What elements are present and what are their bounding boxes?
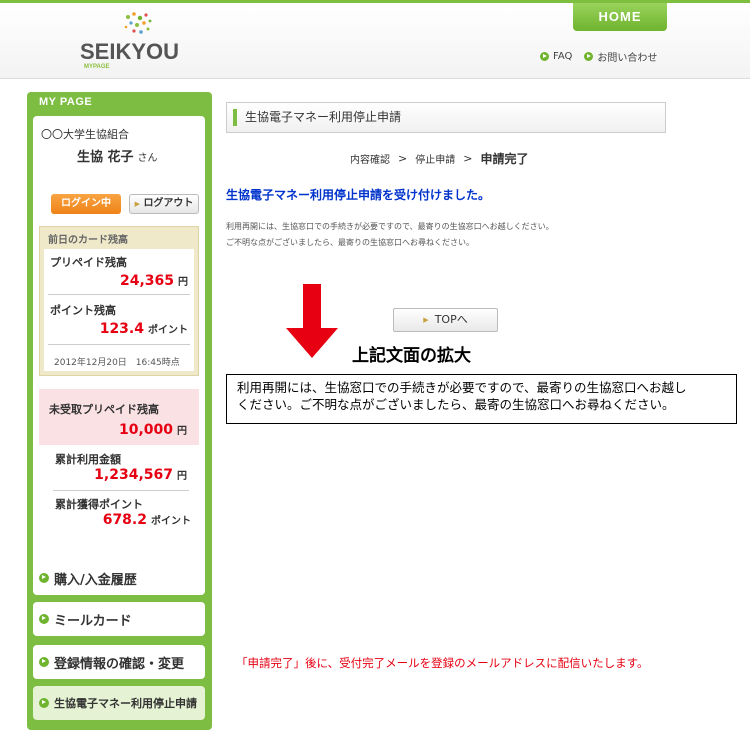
- step-apply: 停止申請: [415, 155, 456, 166]
- faq-link[interactable]: FAQ: [540, 49, 572, 64]
- unreceived-prepaid-box: 未受取プリペイド残高 10,000 円: [39, 389, 199, 445]
- divider: [48, 294, 190, 295]
- balance-heading: 前日のカード残高: [48, 235, 128, 246]
- user-name-text: 生協 花子: [77, 150, 134, 165]
- yen-unit: 円: [177, 426, 187, 437]
- coop-name: 〇〇大学生協組合: [41, 128, 129, 141]
- balance-inner: プリペイド残高 24,365 円 ポイント残高 123.4 ポイント 2012年12…: [44, 249, 194, 371]
- yen-unit: 円: [178, 277, 188, 288]
- top-button-label: TOPへ: [434, 313, 468, 326]
- note-line-1: 利用再開には、生協窓口での手続きが必要ですので、最寄りの生協窓口へお越しください…: [226, 222, 554, 231]
- down-arrow-icon: [286, 284, 338, 358]
- home-tab[interactable]: HOME: [573, 3, 667, 31]
- step-complete: 申請完了: [480, 152, 529, 166]
- resume-note: 利用再開には、生協窓口での手続きが必要ですので、最寄りの生協窓口へお越しください…: [226, 219, 554, 251]
- point-balance: 123.4 ポイント: [100, 321, 188, 337]
- step-confirm: 内容確認: [350, 155, 390, 166]
- point-label: ポイント残高: [50, 304, 116, 317]
- progress-steps: 内容確認 > 停止申請 > 申請完了: [350, 150, 528, 167]
- menu-label: 登録情報の確認・変更: [54, 656, 185, 672]
- user-card: 〇〇大学生協組合 生協 花子 さん ログイン中 ▶ ログアウト 前日のカード残高 …: [33, 116, 205, 571]
- total-use-label: 累計利用金額: [55, 453, 121, 466]
- logo-text: SEIKYOU: [80, 39, 180, 64]
- arrow-circle-icon: [39, 657, 49, 667]
- enlarged-line-2: ください。ご不明な点がございましたら、最寄の生協窓口へお尋ねください。: [237, 397, 675, 412]
- point-value: 123.4: [99, 321, 144, 337]
- menu-registration-info[interactable]: 登録情報の確認・変更: [33, 645, 205, 679]
- top-button[interactable]: ▶ TOPへ: [393, 308, 498, 332]
- arrow-circle-icon: [540, 52, 549, 61]
- prepaid-balance: 24,365 円: [120, 273, 188, 289]
- arrow-circle-icon: [39, 573, 49, 583]
- site-header: HOME SEIKYOU MYPAGE FAQ お問い合わせ: [0, 3, 750, 79]
- logout-label: ログアウト: [143, 198, 194, 209]
- arrow-circle-icon: [584, 52, 594, 61]
- yen-unit: 円: [177, 471, 187, 482]
- divider: [48, 344, 190, 345]
- unreceived-label: 未受取プリペイド残高: [49, 403, 159, 416]
- menu-label: 生協電子マネー利用停止申請: [54, 697, 197, 710]
- logout-button[interactable]: ▶ ログアウト: [129, 194, 199, 214]
- point-unit: ポイント: [148, 325, 188, 336]
- enlarged-line-1: 利用再開には、生協窓口での手続きが必要ですので、最寄りの生協窓口へお越し: [237, 380, 687, 395]
- balance-date: 2012年12月20日 16:45時点: [54, 358, 180, 368]
- login-status-badge: ログイン中: [51, 194, 121, 214]
- total-points-amount: 678.2 ポイント: [103, 512, 191, 528]
- point-unit: ポイント: [151, 516, 191, 527]
- total-points-label: 累計獲得ポイント: [55, 498, 143, 511]
- sidebar-title: MY PAGE: [39, 96, 93, 108]
- arrow-circle-icon: [39, 614, 49, 624]
- total-use-value: 1,234,567: [94, 467, 173, 483]
- divider: [53, 490, 189, 491]
- balance-box: 前日のカード残高 プリペイド残高 24,365 円 ポイント残高 123.4 ポイン…: [39, 226, 199, 376]
- honorific: さん: [137, 153, 158, 164]
- step-separator: >: [398, 152, 408, 165]
- triangle-icon: ▶: [134, 200, 140, 208]
- triangle-icon: ▶: [423, 316, 429, 324]
- contact-label: お問い合わせ: [597, 53, 658, 64]
- menu-purchase-history[interactable]: 購入/入金履歴: [33, 561, 205, 595]
- email-notice: 「申請完了」後に、受付完了メールを登録のメールアドレスに配信いたします。: [236, 656, 649, 670]
- enlarged-text-box: 利用再開には、生協窓口での手続きが必要ですので、最寄りの生協窓口へお越し くださ…: [226, 374, 737, 424]
- total-use-amount: 1,234,567 円: [94, 467, 187, 483]
- logo-subtext: MYPAGE: [84, 64, 110, 70]
- contact-link[interactable]: お問い合わせ: [584, 49, 657, 64]
- enlarge-title: 上記文面の拡大: [352, 346, 471, 366]
- unreceived-value: 10,000: [118, 422, 173, 438]
- menu-emoney-suspension[interactable]: 生協電子マネー利用停止申請: [33, 686, 205, 720]
- faq-label: FAQ: [553, 51, 573, 62]
- page-title: 生協電子マネー利用停止申請: [226, 102, 666, 133]
- prepaid-value: 24,365: [119, 273, 174, 289]
- menu-meal-card[interactable]: ミールカード: [33, 602, 205, 636]
- logo-dots-icon: [124, 12, 152, 34]
- user-name: 生協 花子 さん: [77, 146, 158, 165]
- header-links: FAQ お問い合わせ: [540, 49, 657, 64]
- arrow-circle-icon: [39, 698, 49, 708]
- step-separator: >: [463, 152, 473, 165]
- total-points-value: 678.2: [102, 512, 147, 528]
- mypage-sidebar: MY PAGE 〇〇大学生協組合 生協 花子 さん ログイン中 ▶ ログアウト 前…: [27, 92, 212, 730]
- note-line-2: ご不明な点がございましたら、最寄りの生協窓口へお尋ねください。: [226, 238, 474, 247]
- accepted-message: 生協電子マネー利用停止申請を受け付けました。: [226, 188, 491, 202]
- unreceived-balance: 10,000 円: [119, 422, 187, 438]
- menu-label: ミールカード: [54, 613, 132, 629]
- seikyou-logo[interactable]: SEIKYOU MYPAGE: [80, 11, 180, 75]
- prepaid-label: プリペイド残高: [50, 256, 127, 269]
- menu-label: 購入/入金履歴: [54, 572, 137, 588]
